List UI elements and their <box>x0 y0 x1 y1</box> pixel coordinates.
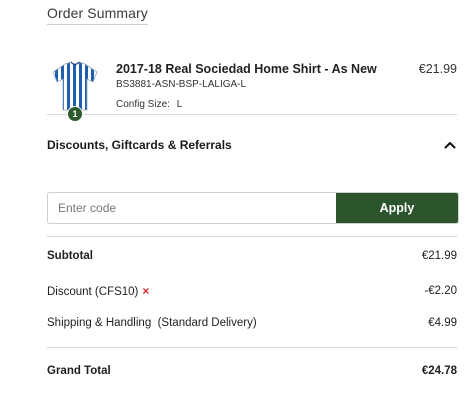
discount-value: -€2.20 <box>424 285 457 297</box>
discount-code-form: Apply <box>47 192 459 224</box>
product-price: €21.99 <box>418 62 457 76</box>
product-config: Config Size: L <box>116 99 182 110</box>
remove-discount-icon[interactable]: × <box>142 284 149 298</box>
grand-total-value: €24.78 <box>421 365 457 377</box>
divider <box>47 347 457 348</box>
config-size-label: Config Size: <box>116 99 170 110</box>
order-summary-title: Order Summary <box>47 5 148 25</box>
product-image: 1 <box>47 58 103 122</box>
discounts-title: Discounts, Giftcards & Referrals <box>47 138 232 152</box>
apply-button[interactable]: Apply <box>336 193 458 223</box>
product-name[interactable]: 2017-18 Real Sociedad Home Shirt - As Ne… <box>116 62 377 76</box>
discount-label: Discount (CFS10) <box>47 286 139 298</box>
shipping-value: €4.99 <box>428 317 457 329</box>
divider <box>47 236 457 237</box>
grand-total-row: Grand Total €24.78 <box>47 365 457 377</box>
subtotal-label: Subtotal <box>47 250 93 262</box>
chevron-up-icon[interactable] <box>443 138 457 152</box>
product-sku: BS3881-ASN-BSP-LALIGA-L <box>116 79 247 90</box>
shipping-row: Shipping & Handling (Standard Delivery) … <box>47 317 457 329</box>
quantity-badge: 1 <box>67 106 83 122</box>
discount-row: Discount (CFS10) × -€2.20 <box>47 284 457 298</box>
subtotal-value: €21.99 <box>421 250 457 262</box>
shipping-label: Shipping & Handling (Standard Delivery) <box>47 317 257 329</box>
discount-code-input[interactable] <box>48 193 336 223</box>
subtotal-row: Subtotal €21.99 <box>47 250 457 262</box>
grand-total-label: Grand Total <box>47 365 111 377</box>
cart-item: 1 2017-18 Real Sociedad Home Shirt - As … <box>47 58 457 122</box>
config-size-value: L <box>176 99 183 110</box>
discounts-toggle[interactable]: Discounts, Giftcards & Referrals <box>47 136 457 154</box>
